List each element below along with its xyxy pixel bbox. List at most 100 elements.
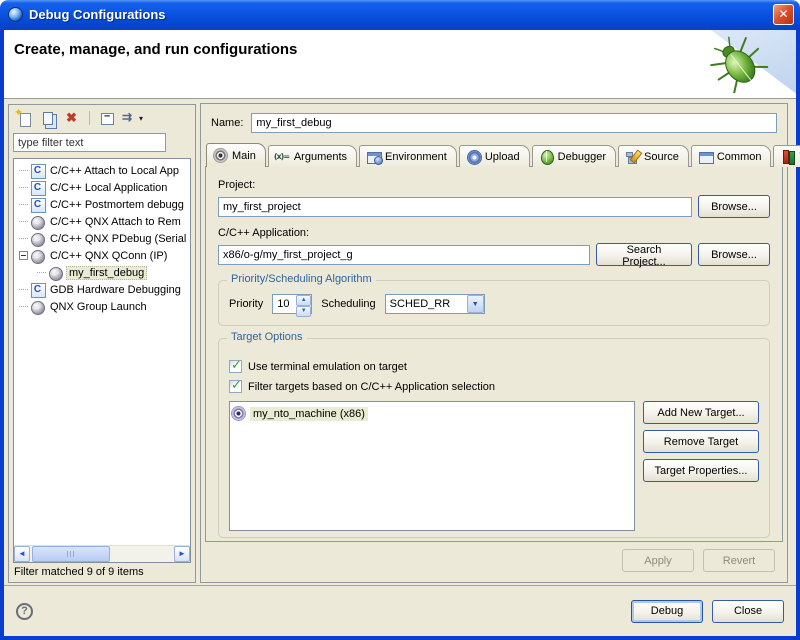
config-type-icon (31, 215, 45, 229)
name-row: Name: (211, 113, 777, 133)
tree-item-label: C/C++ QNX Attach to Rem (48, 215, 183, 229)
tree-expander[interactable] (19, 166, 28, 175)
spinner-down-button[interactable]: ▼ (296, 306, 311, 317)
scrollbar-thumb[interactable] (32, 546, 110, 562)
tab-arguments[interactable]: Arguments (268, 145, 357, 167)
tab-label: Common (717, 151, 762, 163)
debug-button[interactable]: Debug (631, 600, 703, 623)
project-label: Project: (218, 179, 770, 191)
close-window-button[interactable]: ✕ (773, 4, 794, 25)
add-new-target-button[interactable]: Add New Target... (643, 401, 759, 424)
tree-item[interactable]: my_first_debug (14, 264, 190, 281)
new-launch-config-button[interactable] (12, 107, 36, 129)
project-input[interactable] (218, 197, 692, 217)
checkbox-row[interactable]: Filter targets based on C/C++ Applicatio… (229, 378, 759, 395)
tree-horizontal-scrollbar[interactable]: ◄ ► (14, 545, 190, 562)
tree-expander[interactable] (19, 217, 28, 226)
tab-icon (214, 149, 228, 163)
config-type-icon (31, 198, 45, 212)
tab-icon (699, 150, 713, 164)
config-tabs: Main Arguments Environment Uploa (206, 143, 800, 167)
priority-group-title: Priority/Scheduling Algorithm (227, 273, 376, 285)
duplicate-config-button[interactable] (36, 107, 60, 129)
checkbox-label: Filter targets based on C/C++ Applicatio… (248, 381, 495, 393)
tab-common[interactable]: Common (691, 145, 772, 167)
tree-item[interactable]: C/C++ Local Application (14, 179, 190, 196)
scrollbar-track[interactable] (110, 546, 174, 562)
help-button[interactable]: ? (16, 603, 33, 620)
tree-item[interactable]: C/C++ QNX Attach to Rem (14, 213, 190, 230)
tree-item[interactable]: GDB Hardware Debugging (14, 281, 190, 298)
tab-label: Environment (385, 151, 447, 163)
header-banner: Create, manage, and run configurations (4, 30, 796, 99)
apply-button[interactable]: Apply (622, 549, 694, 572)
tree-expander[interactable] (37, 268, 46, 277)
tree-expander[interactable] (19, 183, 28, 192)
spinner-up-button[interactable]: ▲ (296, 295, 311, 306)
checkbox-row[interactable]: Use terminal emulation on target (229, 358, 759, 375)
filter-configs-button[interactable] (119, 107, 146, 129)
tab-environment[interactable]: Environment (359, 145, 457, 167)
application-browse-button[interactable]: Browse... (698, 243, 770, 266)
priority-value[interactable]: 10 (273, 295, 296, 313)
tab-upload[interactable]: Upload (459, 145, 530, 167)
tab-debugger[interactable]: Debugger (532, 145, 616, 167)
project-browse-button[interactable]: Browse... (698, 195, 770, 218)
tab-tools[interactable]: Tools (773, 145, 800, 167)
tree-item-label: my_first_debug (66, 266, 147, 280)
scroll-left-button[interactable]: ◄ (14, 546, 30, 562)
application-label: C/C++ Application: (218, 227, 770, 239)
tree-item-label: C/C++ Local Application (48, 181, 169, 195)
tree-item[interactable]: C/C++ Attach to Local App (14, 162, 190, 179)
name-label: Name: (211, 117, 243, 129)
tab-icon (781, 150, 795, 164)
filter-status-text: Filter matched 9 of 9 items (9, 563, 195, 582)
priority-label: Priority (229, 298, 263, 310)
tree-item-label: C/C++ Attach to Local App (48, 164, 181, 178)
delete-config-button[interactable] (60, 107, 84, 129)
remove-target-button[interactable]: Remove Target (643, 430, 759, 453)
filter-input[interactable] (13, 133, 166, 152)
tree-expander[interactable] (19, 302, 28, 311)
search-project-button[interactable]: Search Project... (596, 243, 692, 266)
tree-expander[interactable] (19, 251, 28, 260)
collapse-all-button[interactable] (95, 107, 119, 129)
tree-item[interactable]: C/C++ QNX QConn (IP) (14, 247, 190, 264)
toolbar-icon (65, 111, 79, 125)
scroll-right-button[interactable]: ► (174, 546, 190, 562)
close-button[interactable]: Close (712, 600, 784, 623)
targets-list[interactable]: my_nto_machine (x86) (229, 401, 635, 531)
priority-spinner[interactable]: 10 ▲ ▼ (272, 294, 312, 314)
tab-source[interactable]: Source (618, 145, 689, 167)
config-type-icon (31, 232, 45, 246)
tab-label: Upload (485, 151, 520, 163)
tree-item[interactable]: QNX Group Launch (14, 298, 190, 315)
configurations-tree[interactable]: C/C++ Attach to Local App C/C++ Local Ap… (13, 158, 191, 563)
target-label: my_nto_machine (x86) (250, 407, 368, 421)
apply-revert-row: Apply Revert (622, 549, 775, 572)
tab-icon (626, 150, 640, 164)
target-properties-button[interactable]: Target Properties... (643, 459, 759, 482)
checkbox[interactable] (229, 380, 242, 393)
target-list-item[interactable]: my_nto_machine (x86) (232, 405, 632, 422)
name-input[interactable] (251, 113, 777, 133)
tree-item[interactable]: C/C++ QNX PDebug (Serial (14, 230, 190, 247)
tree-expander[interactable] (19, 200, 28, 209)
revert-button[interactable]: Revert (703, 549, 775, 572)
tree-item-label: C/C++ QNX PDebug (Serial (48, 232, 188, 246)
window-icon (8, 7, 23, 22)
sidebar-toolbar (9, 105, 195, 131)
application-input[interactable] (218, 245, 590, 265)
scheduling-label: Scheduling (321, 298, 375, 310)
tree-item[interactable]: C/C++ Postmortem debugg (14, 196, 190, 213)
tree-expander[interactable] (19, 285, 28, 294)
tree-item-label: QNX Group Launch (48, 300, 149, 314)
title-bar[interactable]: Debug Configurations ✕ (0, 0, 800, 30)
tree-expander[interactable] (19, 234, 28, 243)
tab-icon (367, 150, 381, 164)
configuration-editor: Name: Main Arguments (200, 103, 788, 583)
checkbox[interactable] (229, 360, 242, 373)
combo-dropdown-button[interactable]: ▼ (467, 295, 484, 313)
scheduling-combo[interactable]: SCHED_RR ▼ (385, 294, 485, 314)
tab-main[interactable]: Main (206, 143, 266, 167)
